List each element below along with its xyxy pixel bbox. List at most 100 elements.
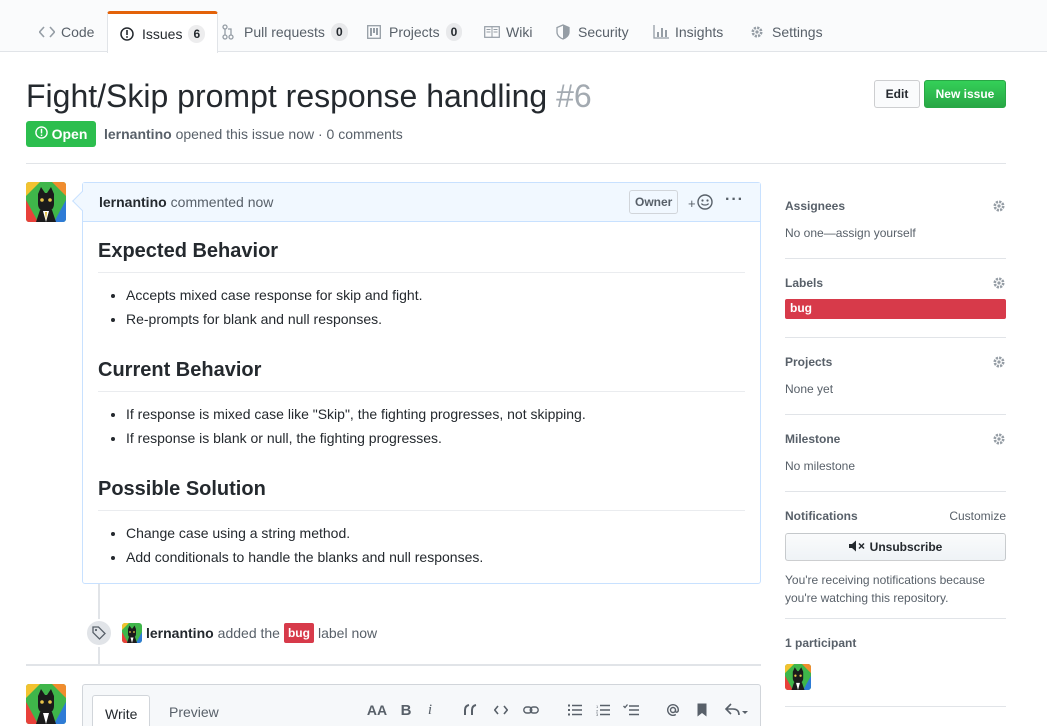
list-item: Accepts mixed case response for skip and… bbox=[126, 283, 745, 307]
unordered-list-icon[interactable] bbox=[565, 701, 585, 719]
tab-label: Settings bbox=[772, 24, 823, 40]
sidebar-divider bbox=[785, 414, 1006, 415]
bug-label[interactable]: bug bbox=[283, 623, 314, 643]
avatar[interactable] bbox=[122, 623, 142, 643]
reply-icon[interactable] bbox=[723, 701, 751, 719]
event-text: label now bbox=[317, 625, 378, 641]
header-text-button[interactable]: AA bbox=[367, 701, 387, 719]
timeline-divider bbox=[26, 664, 761, 666]
comment-author-link[interactable]: lernantino bbox=[99, 194, 167, 210]
bookmark-icon[interactable] bbox=[692, 701, 712, 719]
preview-tab[interactable]: Preview bbox=[157, 695, 231, 726]
new-comment-form: Write Preview AA B i 123 bbox=[82, 684, 761, 726]
event-actor-link[interactable]: lernantino bbox=[146, 625, 214, 641]
task-list-icon[interactable] bbox=[621, 701, 641, 719]
bullet-list: Accepts mixed case response for skip and… bbox=[126, 283, 745, 331]
ordered-list-icon[interactable]: 123 bbox=[593, 701, 613, 719]
sidebar-divider bbox=[785, 258, 1006, 259]
tab-code[interactable]: Code bbox=[27, 12, 106, 52]
tab-label: Issues bbox=[142, 25, 183, 42]
graph-icon bbox=[653, 24, 669, 40]
section-heading: Current Behavior bbox=[98, 355, 745, 392]
issue-title: Fight/Skip prompt response handling #6 bbox=[26, 76, 592, 116]
assign-yourself-link[interactable]: No one—assign yourself bbox=[785, 226, 1006, 240]
unsubscribe-button[interactable]: Unsubscribe bbox=[785, 533, 1006, 561]
sidebar-heading: Assignees bbox=[785, 199, 846, 213]
gear-icon[interactable] bbox=[992, 199, 1006, 216]
repo-nav: Code Issues 6 Pull requests 0 Projects 0… bbox=[0, 0, 1047, 53]
shield-icon bbox=[556, 24, 572, 40]
tab-pull-requests[interactable]: Pull requests 0 bbox=[210, 12, 360, 52]
list-item: Change case using a string method. bbox=[126, 521, 745, 545]
write-tab[interactable]: Write bbox=[92, 695, 151, 726]
tab-settings[interactable]: Settings bbox=[738, 12, 835, 52]
sidebar-assignees: Assignees No one—assign yourself bbox=[785, 199, 1006, 240]
comment-header: lernantino commented now Owner + ··· bbox=[72, 183, 760, 222]
label-event: lernantino added the bug label now bbox=[122, 623, 377, 643]
event-text: added the bbox=[217, 625, 280, 641]
avatar[interactable] bbox=[26, 684, 66, 724]
issue-state-label: Open bbox=[51, 126, 88, 142]
svg-text:3: 3 bbox=[596, 712, 599, 716]
list-item: If response is blank or null, the fighti… bbox=[126, 426, 745, 450]
sidebar-divider bbox=[785, 706, 1006, 707]
book-icon bbox=[484, 24, 500, 40]
sidebar-heading: Labels bbox=[785, 276, 824, 290]
link-icon[interactable] bbox=[521, 701, 541, 719]
issue-opened-icon bbox=[34, 126, 48, 142]
milestone-value: No milestone bbox=[785, 459, 856, 473]
issue-meta: lernantino opened this issue now · 0 com… bbox=[104, 126, 403, 142]
sidebar-divider bbox=[785, 337, 1006, 338]
comment-timestamp[interactable]: commented now bbox=[171, 194, 274, 210]
sidebar-labels: Labels bug bbox=[785, 276, 1006, 319]
tab-wiki[interactable]: Wiki bbox=[472, 12, 544, 52]
issue-comment: lernantino commented now Owner + ··· Exp… bbox=[72, 182, 761, 584]
section-possible-solution: Possible Solution Change case using a st… bbox=[98, 474, 745, 569]
tab-label: Projects bbox=[389, 24, 440, 40]
gear-icon[interactable] bbox=[992, 355, 1006, 372]
sidebar-heading: Projects bbox=[785, 355, 833, 369]
issue-meta-text: opened this issue now · 0 comments bbox=[175, 126, 403, 142]
bug-label[interactable]: bug bbox=[785, 299, 1006, 319]
sidebar-divider bbox=[785, 491, 1006, 492]
gear-icon[interactable] bbox=[992, 432, 1006, 449]
sidebar-notifications: Notifications Customize Unsubscribe You'… bbox=[785, 509, 1006, 607]
bullet-list: If response is mixed case like "Skip", t… bbox=[126, 402, 745, 450]
notification-reason: You're receiving notifications because y… bbox=[785, 573, 985, 605]
quote-icon[interactable] bbox=[461, 701, 481, 719]
section-expected-behavior: Expected Behavior Accepts mixed case res… bbox=[98, 236, 745, 331]
tab-insights[interactable]: Insights bbox=[641, 12, 735, 52]
tab-label: Code bbox=[61, 24, 95, 40]
code-icon[interactable] bbox=[491, 701, 511, 719]
section-current-behavior: Current Behavior If response is mixed ca… bbox=[98, 355, 745, 450]
sidebar-heading: Milestone bbox=[785, 432, 841, 446]
edit-button[interactable]: Edit bbox=[874, 80, 920, 108]
tab-security[interactable]: Security bbox=[544, 12, 641, 52]
tab-issues[interactable]: Issues 6 bbox=[107, 11, 219, 53]
gear-icon bbox=[750, 24, 766, 40]
tab-projects[interactable]: Projects 0 bbox=[355, 12, 474, 52]
tab-label: Pull requests bbox=[244, 24, 325, 40]
mention-icon[interactable] bbox=[663, 701, 683, 719]
customize-link[interactable]: Customize bbox=[949, 509, 1006, 523]
italic-button[interactable]: i bbox=[420, 701, 440, 719]
projects-value: None yet bbox=[785, 382, 834, 396]
gear-icon[interactable] bbox=[992, 276, 1006, 293]
avatar[interactable] bbox=[785, 664, 811, 690]
avatar[interactable] bbox=[26, 182, 66, 222]
code-icon bbox=[39, 24, 55, 40]
unsubscribe-label: Unsubscribe bbox=[869, 540, 943, 554]
bold-button[interactable]: B bbox=[396, 701, 416, 719]
sidebar-participants: 1 participant bbox=[785, 636, 1006, 690]
mute-icon bbox=[848, 540, 865, 555]
issue-author-link[interactable]: lernantino bbox=[104, 126, 172, 142]
issue-number: #6 bbox=[556, 78, 592, 114]
new-issue-button[interactable]: New issue bbox=[924, 80, 1006, 108]
pull-requests-counter: 0 bbox=[330, 23, 348, 41]
comment-more-options-button[interactable]: ··· bbox=[725, 191, 744, 209]
project-icon bbox=[367, 24, 383, 40]
add-reaction-button[interactable]: + bbox=[688, 194, 713, 213]
git-pull-request-icon bbox=[222, 24, 238, 40]
issue-opened-icon bbox=[120, 26, 136, 42]
section-heading: Expected Behavior bbox=[98, 236, 745, 273]
